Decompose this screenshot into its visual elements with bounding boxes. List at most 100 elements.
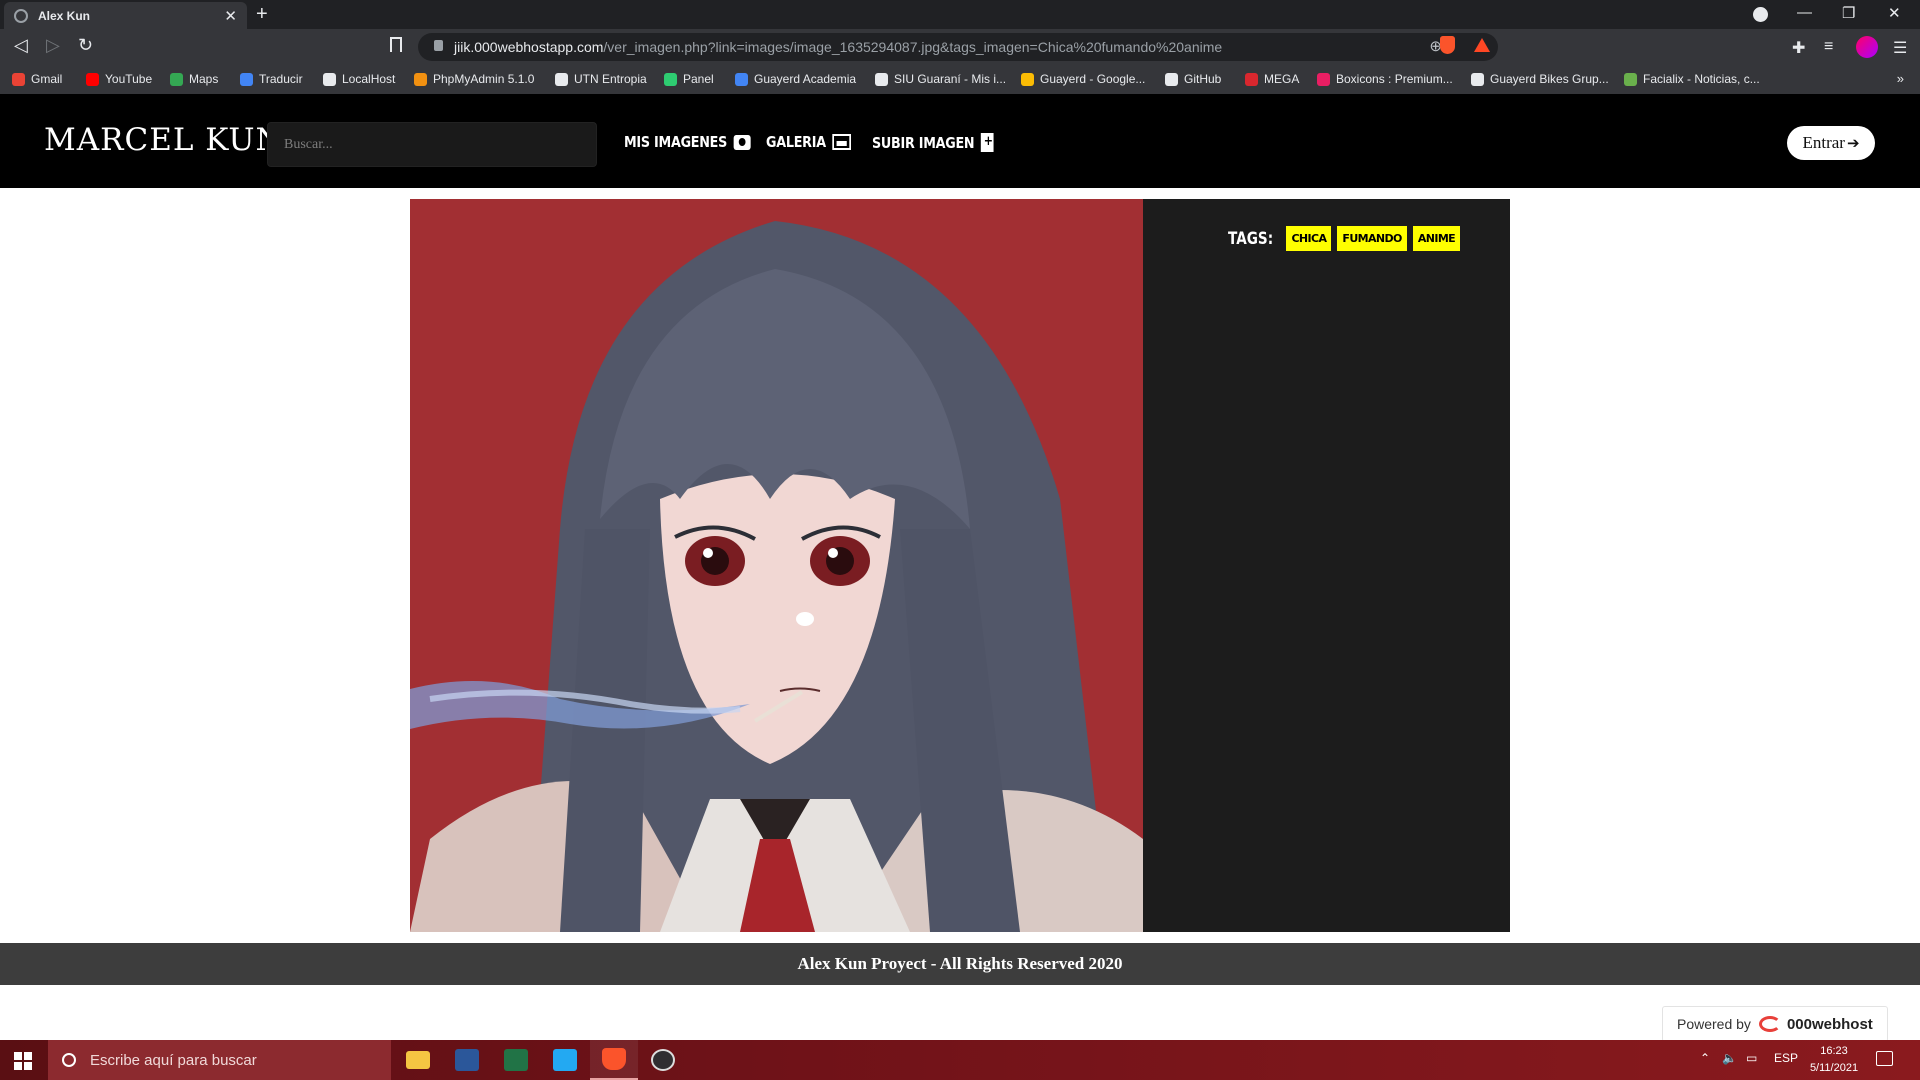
- bookmark-item[interactable]: GitHub: [1165, 72, 1221, 86]
- media-queue-icon[interactable]: ≡: [1824, 38, 1833, 56]
- extensions-icon[interactable]: ✚: [1792, 38, 1805, 58]
- nav-upload-label: Subir Imagen: [872, 133, 975, 152]
- file-explorer-icon[interactable]: [394, 1040, 442, 1080]
- language-indicator[interactable]: ESP: [1774, 1051, 1798, 1065]
- lock-icon: [434, 40, 443, 51]
- bookmark-item[interactable]: SIU Guaraní - Mis i...: [875, 72, 1006, 86]
- tag-badge[interactable]: anime: [1412, 226, 1461, 251]
- bookmarks-overflow-icon[interactable]: »: [1897, 71, 1904, 86]
- bookmark-favicon-icon: [323, 72, 336, 86]
- site-logo[interactable]: MARCEL KUN: [44, 122, 284, 158]
- taskbar-search[interactable]: Escribe aquí para buscar: [48, 1040, 391, 1080]
- tray-chevron-icon[interactable]: ⌃: [1700, 1051, 1710, 1065]
- bookmark-item[interactable]: PhpMyAdmin 5.1.0: [414, 72, 534, 86]
- volume-icon[interactable]: 🔈: [1722, 1051, 1737, 1065]
- bookmark-favicon-icon: [1471, 72, 1484, 86]
- bookmark-favicon-icon: [1165, 72, 1178, 86]
- vscode-icon[interactable]: [541, 1040, 589, 1080]
- bookmark-label: Traducir: [259, 72, 303, 86]
- bookmark-favicon-icon: [12, 72, 25, 86]
- tags-label: TAGS:: [1228, 228, 1274, 249]
- file-plus-icon: [981, 133, 994, 152]
- tag-badge[interactable]: chica: [1286, 226, 1332, 251]
- search-input[interactable]: [267, 122, 597, 167]
- bookmark-label: PhpMyAdmin 5.1.0: [433, 72, 535, 86]
- excel-icon[interactable]: [492, 1040, 540, 1080]
- restore-button[interactable]: ❐: [1842, 4, 1855, 22]
- back-button[interactable]: ◁: [14, 35, 28, 56]
- nav-my-images[interactable]: Mis Imagenes: [624, 133, 751, 151]
- url-text[interactable]: jiik.000webhostapp.com/ver_imagen.php?li…: [454, 39, 1222, 55]
- nav-my-images-label: Mis Imagenes: [624, 133, 728, 151]
- bookmarks-bar: Gmail YouTube Maps Traducir LocalHost PhpMyAd…: [0, 65, 1920, 94]
- bookmark-label: LocalHost: [342, 72, 396, 86]
- brave-shields-icon[interactable]: [1440, 36, 1455, 54]
- site-header: MARCEL KUN Mis Imagenes Galeria Subir Im…: [0, 94, 1920, 188]
- tab-title: Alex Kun: [38, 8, 91, 23]
- notifications-icon[interactable]: [1876, 1051, 1893, 1066]
- bookmark-label: SIU Guaraní - Mis i...: [894, 72, 1007, 86]
- bookmark-favicon-icon: [240, 72, 253, 86]
- bookmark-item[interactable]: Gmail: [12, 72, 62, 86]
- bookmark-item[interactable]: Maps: [170, 72, 218, 86]
- bookmark-item[interactable]: Guayerd Bikes Grup...: [1471, 72, 1609, 86]
- clock-time: 16:23: [1820, 1045, 1848, 1057]
- new-tab-button[interactable]: +: [256, 3, 268, 26]
- close-window-button[interactable]: ✕: [1888, 4, 1901, 22]
- bookmark-item[interactable]: LocalHost: [323, 72, 395, 86]
- bookmark-favicon-icon: [414, 72, 427, 86]
- windows-start-icon[interactable]: [14, 1052, 32, 1070]
- browser-tab[interactable]: Alex Kun ✕: [4, 2, 247, 29]
- windows-taskbar: Escribe aquí para buscar ⌃ 🔈 ▭ ESP 16:23…: [0, 1040, 1920, 1080]
- bookmark-favicon-icon: [1245, 72, 1258, 86]
- system-clock[interactable]: 16:23 5/11/2021: [1804, 1043, 1864, 1077]
- forward-button[interactable]: ▷: [46, 35, 60, 56]
- bookmark-label: UTN Entropia: [574, 72, 647, 86]
- bookmark-item[interactable]: YouTube: [86, 72, 152, 86]
- nav-gallery[interactable]: Galeria: [766, 133, 852, 151]
- camera-icon: [733, 134, 751, 150]
- main-image: [410, 199, 1143, 932]
- browser-toolbar: ◁ ▷ ↻ jiik.000webhostapp.com/ver_imagen.…: [0, 29, 1920, 65]
- browser-menu-icon[interactable]: ☰: [1893, 38, 1907, 58]
- word-icon[interactable]: [443, 1040, 491, 1080]
- bookmark-label: YouTube: [105, 72, 153, 86]
- bookmark-item[interactable]: UTN Entropia: [555, 72, 647, 86]
- minimize-button[interactable]: —: [1797, 4, 1812, 21]
- bookmark-icon[interactable]: [390, 37, 402, 52]
- bookmark-favicon-icon: [875, 72, 888, 86]
- tags-row: TAGS: chica fumando anime: [1228, 226, 1461, 251]
- bookmark-favicon-icon: [735, 72, 748, 86]
- reload-button[interactable]: ↻: [78, 35, 93, 56]
- brave-rewards-icon[interactable]: [1474, 38, 1490, 52]
- browser-titlebar: Alex Kun ✕ + — ❐ ✕: [0, 0, 1920, 29]
- bookmark-item[interactable]: Boxicons : Premium...: [1317, 72, 1453, 86]
- network-icon[interactable]: ▭: [1746, 1051, 1757, 1065]
- bookmark-favicon-icon: [86, 72, 99, 86]
- site-footer: Alex Kun Proyect - All Rights Reserved 2…: [0, 943, 1920, 985]
- login-button[interactable]: Entrar ➔: [1787, 126, 1875, 160]
- profile-avatar[interactable]: [1856, 36, 1878, 58]
- brave-browser-icon[interactable]: [590, 1040, 638, 1080]
- bookmark-item[interactable]: Guayerd Academia: [735, 72, 856, 86]
- taskbar-search-placeholder: Escribe aquí para buscar: [90, 1051, 257, 1069]
- tags-panel: TAGS: chica fumando anime: [1143, 199, 1510, 932]
- sign-in-icon: ➔: [1846, 134, 1860, 152]
- bookmark-item[interactable]: Panel: [664, 72, 714, 86]
- bookmark-item[interactable]: Guayerd - Google...: [1021, 72, 1145, 86]
- bookmark-item[interactable]: MEGA: [1245, 72, 1299, 86]
- nav-upload[interactable]: Subir Imagen: [872, 133, 994, 152]
- images-icon: [832, 134, 852, 150]
- host-brand: 000webhost: [1786, 1015, 1873, 1033]
- close-tab-icon[interactable]: ✕: [224, 7, 237, 25]
- powered-by-badge[interactable]: Powered by 000webhost: [1662, 1006, 1888, 1042]
- bookmark-item[interactable]: Facialix - Noticias, c...: [1624, 72, 1760, 86]
- bookmark-favicon-icon: [555, 72, 568, 86]
- bookmark-item[interactable]: Traducir: [240, 72, 303, 86]
- bookmark-favicon-icon: [1317, 72, 1330, 86]
- tag-badge[interactable]: fumando: [1337, 226, 1407, 251]
- obs-icon[interactable]: [639, 1040, 687, 1080]
- bookmark-label: Panel: [683, 72, 714, 86]
- address-bar[interactable]: jiik.000webhostapp.com/ver_imagen.php?li…: [418, 33, 1498, 61]
- profile-menu-icon[interactable]: [1753, 7, 1768, 22]
